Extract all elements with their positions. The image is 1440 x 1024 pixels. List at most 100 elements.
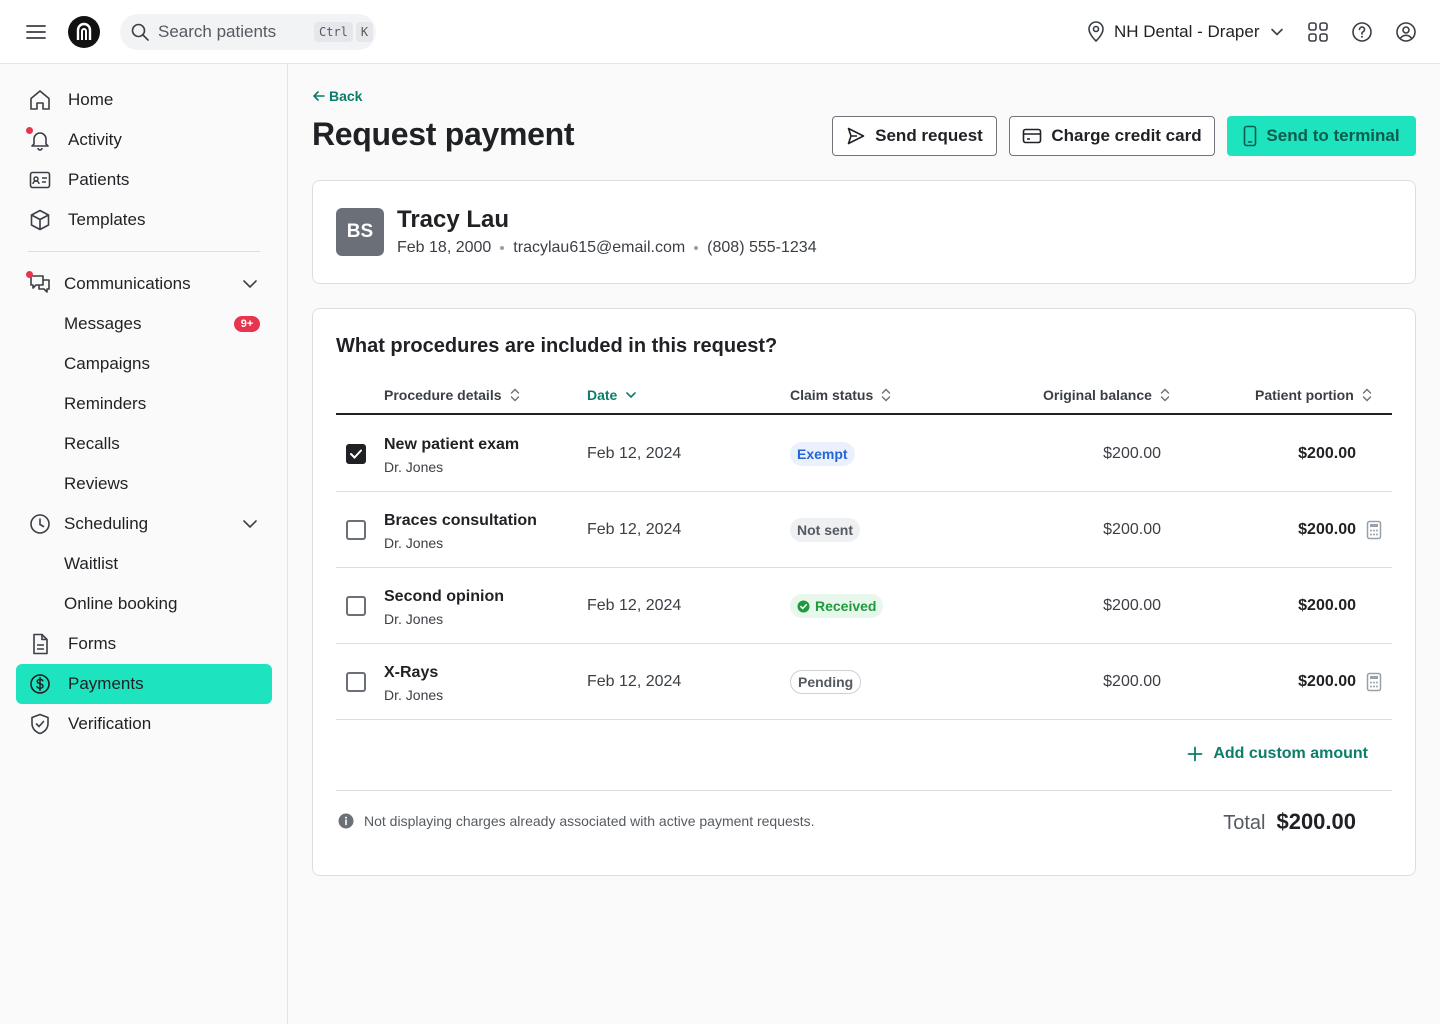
column-label: Procedure details [384,387,502,403]
sidebar-item-label: Communications [64,274,191,293]
sidebar-item-reminders[interactable]: Reminders [16,384,272,424]
app-logo[interactable] [68,16,100,48]
procedure-date: Feb 12, 2024 [587,597,682,614]
sidebar-item-campaigns[interactable]: Campaigns [16,344,272,384]
sidebar-item-online-booking[interactable]: Online booking [16,584,272,624]
sidebar-item-recalls[interactable]: Recalls [16,424,272,464]
user-account-icon[interactable] [1394,20,1418,44]
status-badge: Received [790,594,884,618]
notification-dot [26,127,33,134]
sidebar-item-label: Activity [68,130,122,149]
info-note: Not displaying charges already associate… [338,813,815,829]
sidebar-divider [28,251,260,252]
sidebar-item-verification[interactable]: Verification [16,704,272,744]
sidebar-item-home[interactable]: Home [16,80,272,120]
send-request-button[interactable]: Send request [832,116,997,156]
column-label: Original balance [1043,387,1152,403]
sidebar-item-label: Messages [64,314,142,333]
top-bar: Ctrl K NH Dental - Draper [0,0,1440,64]
provider-name: Dr. Jones [384,611,444,627]
location-selector[interactable]: NH Dental - Draper [1086,18,1284,46]
patient-email: tracylau615@email.com [513,239,686,256]
column-header-original-balance[interactable]: Original balance [1043,387,1170,403]
procedure-name: New patient exam [384,436,520,453]
sidebar-item-reviews[interactable]: Reviews [16,464,272,504]
avatar: BS [336,208,384,256]
calculator-icon[interactable] [1366,672,1382,692]
row-checkbox[interactable] [346,596,366,616]
sidebar-item-patients[interactable]: Patients [16,160,272,200]
provider-name: Dr. Jones [384,535,444,551]
add-custom-amount-label: Add custom amount [1213,745,1368,762]
chevron-down-icon [243,520,257,529]
add-custom-amount-button[interactable]: Add custom amount [1187,745,1368,763]
row-checkbox[interactable] [346,520,366,540]
column-header-procedure-details[interactable]: Procedure details [384,387,520,403]
separator-dot [694,246,699,250]
calculator-icon[interactable] [1366,520,1382,540]
search-box[interactable]: Ctrl K [120,14,376,50]
charge-credit-card-button[interactable]: Charge credit card [1009,116,1215,156]
patient-portion: $200.00 [1298,445,1356,462]
row-checkbox[interactable] [346,672,366,692]
patient-phone: (808) 555-1234 [707,239,817,256]
home-icon [30,90,50,110]
column-header-patient-portion[interactable]: Patient portion [1255,387,1372,403]
provider-name: Dr. Jones [384,459,444,475]
patient-portion: $200.00 [1298,597,1356,614]
sidebar-item-waitlist[interactable]: Waitlist [16,544,272,584]
patient-portion: $200.00 [1298,521,1356,538]
search-input[interactable] [158,22,308,42]
total-summary: Total $200.00 [1223,809,1356,835]
sidebar-item-label: Patients [68,170,130,189]
sidebar-item-label: Online booking [64,594,178,613]
provider-name: Dr. Jones [384,687,444,703]
sidebar-item-label: Forms [68,634,117,653]
column-header-date[interactable]: Date [587,387,637,403]
notification-dot [26,271,33,278]
sidebar-item-label: Home [68,90,114,109]
column-label: Date [587,387,618,403]
row-checkbox[interactable] [346,444,366,464]
sidebar-item-messages[interactable]: Messages 9+ [16,304,272,344]
sidebar-item-label: Templates [68,210,146,229]
sort-icon [882,388,891,402]
sidebar-item-label: Payments [68,674,144,693]
footer-divider [336,790,1392,791]
sidebar-item-communications[interactable]: Communications [16,264,272,304]
sidebar-item-activity[interactable]: Activity [16,120,272,160]
separator-dot [500,246,505,250]
send-to-terminal-button[interactable]: Send to terminal [1227,116,1416,156]
sidebar-item-templates[interactable]: Templates [16,200,272,240]
sidebar-item-payments[interactable]: Payments [16,664,272,704]
sidebar-item-label: Reviews [64,474,129,493]
column-header-claim-status[interactable]: Claim status [790,387,891,403]
apps-grid-icon[interactable] [1306,20,1330,44]
back-link[interactable]: Back [312,88,362,104]
procedure-date: Feb 12, 2024 [587,521,682,538]
original-balance: $200.00 [1103,521,1161,538]
sidebar-item-scheduling[interactable]: Scheduling [16,504,272,544]
dollar-circle-icon [30,674,50,694]
table-header: Procedure details Date Claim status Orig… [336,379,1392,415]
procedure-date: Feb 12, 2024 [587,445,682,462]
hamburger-menu-icon[interactable] [22,18,50,46]
status-badge: Pending [790,670,862,694]
send-icon [847,127,865,145]
shield-check-icon [31,713,49,735]
sort-descending-icon [626,392,637,399]
credit-card-icon [1023,128,1042,144]
table-row: X-Rays Dr. Jones Feb 12, 2024 Pending $2… [336,644,1392,720]
total-label: Total [1223,812,1266,834]
arrow-left-icon [313,91,325,101]
info-note-text: Not displaying charges already associate… [364,813,815,829]
info-icon [338,813,354,829]
help-icon[interactable] [1350,20,1374,44]
sidebar-item-label: Waitlist [64,554,119,573]
mobile-device-icon [1244,125,1257,147]
sidebar-item-forms[interactable]: Forms [16,624,272,664]
sort-icon [510,388,519,402]
box-icon [30,209,50,231]
procedure-name: Braces consultation [384,512,537,529]
table-row: Braces consultation Dr. Jones Feb 12, 20… [336,492,1392,568]
